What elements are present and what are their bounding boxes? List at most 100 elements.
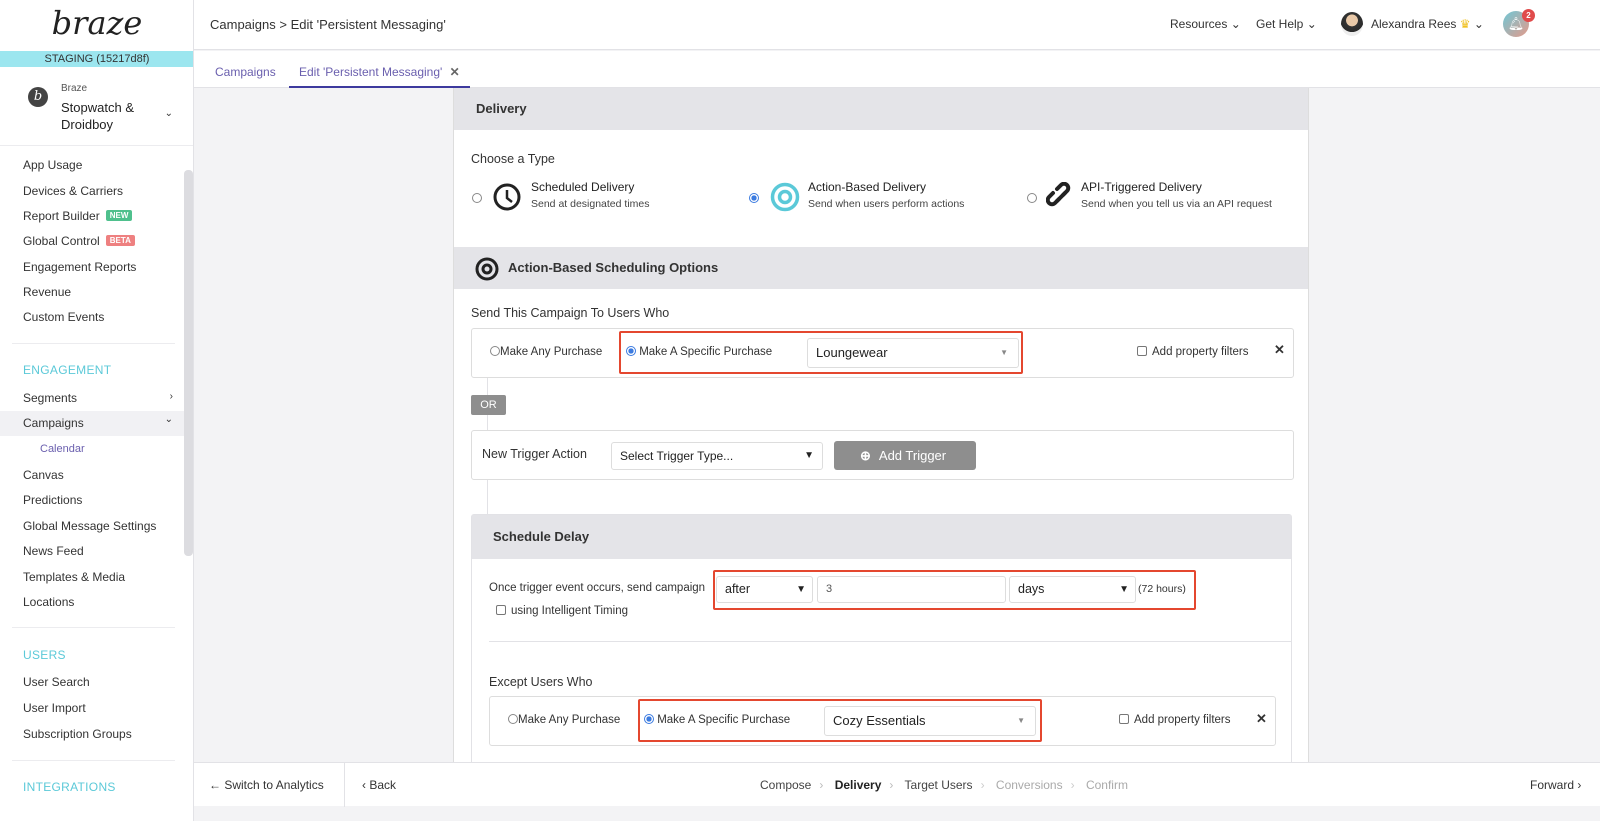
specific-purchase-option[interactable]: Make A Specific Purchase [644, 714, 790, 726]
section-users: USERS [23, 648, 66, 662]
user-name: Alexandra Rees [1371, 17, 1457, 31]
schedule-label: Once trigger event occurs, send campaign [489, 582, 706, 594]
unit-select[interactable]: days ▼ [1009, 576, 1136, 603]
avatar[interactable] [1341, 12, 1363, 36]
sidebar-item-templates[interactable]: Templates & Media [23, 570, 125, 584]
resources-menu[interactable]: Resources ⌄ [1170, 17, 1241, 31]
section-engagement: ENGAGEMENT [23, 363, 112, 377]
product-select[interactable]: Loungewear ▼ [807, 338, 1019, 368]
chevron-right-icon: › [1577, 778, 1582, 792]
label: Add property filters [1152, 346, 1249, 358]
sidebar-item-predictions[interactable]: Predictions [23, 493, 82, 507]
sidebar-item-segments[interactable]: Segments [23, 391, 77, 405]
org-switcher[interactable]: Stopwatch & Droidboy [61, 99, 151, 133]
product-select[interactable]: Cozy Essentials ▼ [824, 706, 1036, 736]
sidebar-item-locations[interactable]: Locations [23, 595, 74, 609]
help-menu[interactable]: Get Help ⌄ [1256, 17, 1317, 31]
chevron-down-icon[interactable]: ⌄ [165, 108, 173, 119]
radio[interactable] [626, 346, 636, 356]
step-target-users[interactable]: Target Users [905, 778, 973, 792]
step-delivery[interactable]: Delivery [835, 778, 882, 792]
specific-purchase-option[interactable]: Make A Specific Purchase [626, 346, 772, 358]
checkbox[interactable] [1137, 346, 1147, 356]
delivery-panel: Delivery Choose a Type Scheduled Deliver… [453, 88, 1309, 762]
value: days [1018, 582, 1045, 596]
add-property-filters[interactable]: Add property filters [1137, 346, 1249, 358]
sidebar-item-subscription-groups[interactable]: Subscription Groups [23, 727, 132, 741]
timing-select[interactable]: after ▼ [716, 576, 813, 603]
step-confirm[interactable]: Confirm [1086, 778, 1128, 792]
back-button[interactable]: ‹ Back [362, 778, 396, 792]
any-purchase-option[interactable]: Make Any Purchase [508, 714, 620, 726]
trigger-row: Make Any Purchase Make A Specific Purcha… [471, 328, 1294, 378]
radio[interactable] [490, 346, 500, 356]
section-integrations: INTEGRATIONS [23, 780, 116, 794]
intelligent-timing-option[interactable]: using Intelligent Timing [496, 605, 628, 617]
label: Add property filters [1134, 714, 1231, 726]
sidebar-item-custom-events[interactable]: Custom Events [23, 310, 104, 324]
label: Get Help [1256, 17, 1304, 31]
divider [0, 145, 193, 146]
or-badge: OR [471, 395, 506, 415]
trigger-type-select[interactable]: Select Trigger Type... ▼ [611, 442, 823, 470]
sidebar-item-devices[interactable]: Devices & Carriers [23, 184, 123, 198]
type-desc: Send when users perform actions [808, 198, 965, 210]
add-property-filters[interactable]: Add property filters [1119, 714, 1231, 726]
radio[interactable] [644, 714, 654, 724]
chevron-down-icon: ⌄ [164, 414, 173, 425]
except-row: Make Any Purchase Make A Specific Purcha… [489, 696, 1276, 746]
top-header: Campaigns > Edit 'Persistent Messaging' … [194, 0, 1600, 50]
tab-campaigns[interactable]: Campaigns [215, 65, 276, 79]
value: after [725, 582, 751, 596]
divider [12, 627, 175, 628]
divider [344, 763, 345, 807]
switch-to-analytics-button[interactable]: ← Switch to Analytics [209, 778, 324, 792]
new-badge: NEW [105, 210, 133, 221]
sidebar-scrollbar[interactable] [184, 170, 193, 556]
chevron-down-icon: ⌄ [1230, 17, 1241, 31]
braze-logo[interactable]: braze [0, 0, 193, 50]
arrow-left-icon: ← [209, 778, 221, 792]
sidebar: braze STAGING (15217d8f) b Braze Stopwat… [0, 0, 194, 821]
forward-button[interactable]: Forward › [1530, 778, 1581, 792]
plus-circle-icon: ⊕ [860, 448, 871, 463]
type-title: Scheduled Delivery [531, 180, 635, 194]
any-purchase-option[interactable]: Make Any Purchase [490, 346, 602, 358]
api-radio[interactable] [1027, 193, 1037, 203]
sidebar-item-user-import[interactable]: User Import [23, 701, 86, 715]
new-trigger-row: New Trigger Action Select Trigger Type..… [471, 430, 1294, 480]
target-icon [475, 257, 499, 281]
sidebar-item-app-usage[interactable]: App Usage [23, 158, 82, 172]
step-nav: Compose › Delivery › Target Users › Convers… [760, 778, 1128, 792]
sidebar-item-global-control[interactable]: Global Control BETA [23, 234, 135, 248]
label: Make Any Purchase [518, 714, 621, 726]
remove-exception-icon[interactable]: ✕ [1256, 711, 1267, 727]
sidebar-item-report-builder[interactable]: Report Builder NEW [23, 209, 133, 223]
add-trigger-button[interactable]: ⊕ Add Trigger [834, 441, 976, 470]
sidebar-item-campaigns[interactable]: Campaigns [23, 416, 84, 430]
action-based-radio[interactable] [749, 193, 759, 203]
user-menu[interactable]: Alexandra Rees ♛ ⌄ [1371, 17, 1484, 31]
tab-edit-campaign[interactable]: Edit 'Persistent Messaging' ✕ [289, 51, 470, 88]
delay-amount-input[interactable]: 3 [817, 576, 1006, 603]
sidebar-item-user-search[interactable]: User Search [23, 675, 90, 689]
step-compose[interactable]: Compose [760, 778, 811, 792]
checkbox[interactable] [1119, 714, 1129, 724]
caret-down-icon: ▼ [1017, 716, 1025, 725]
checkbox[interactable] [496, 605, 506, 615]
sidebar-item-engagement-reports[interactable]: Engagement Reports [23, 260, 136, 274]
scheduled-radio[interactable] [472, 193, 482, 203]
sidebar-item-news-feed[interactable]: News Feed [23, 544, 84, 558]
close-icon[interactable]: ✕ [450, 65, 460, 79]
sidebar-item-revenue[interactable]: Revenue [23, 285, 71, 299]
remove-trigger-icon[interactable]: ✕ [1274, 342, 1285, 358]
sidebar-item-global-message-settings[interactable]: Global Message Settings [23, 519, 156, 533]
except-label: Except Users Who [489, 675, 593, 689]
type-desc: Send at designated times [531, 198, 650, 210]
sidebar-item-calendar[interactable]: Calendar [40, 443, 85, 455]
step-conversions[interactable]: Conversions [996, 778, 1063, 792]
radio[interactable] [508, 714, 518, 724]
chevron-right-icon: › [819, 778, 824, 792]
divider [489, 641, 1292, 642]
sidebar-item-canvas[interactable]: Canvas [23, 468, 64, 482]
